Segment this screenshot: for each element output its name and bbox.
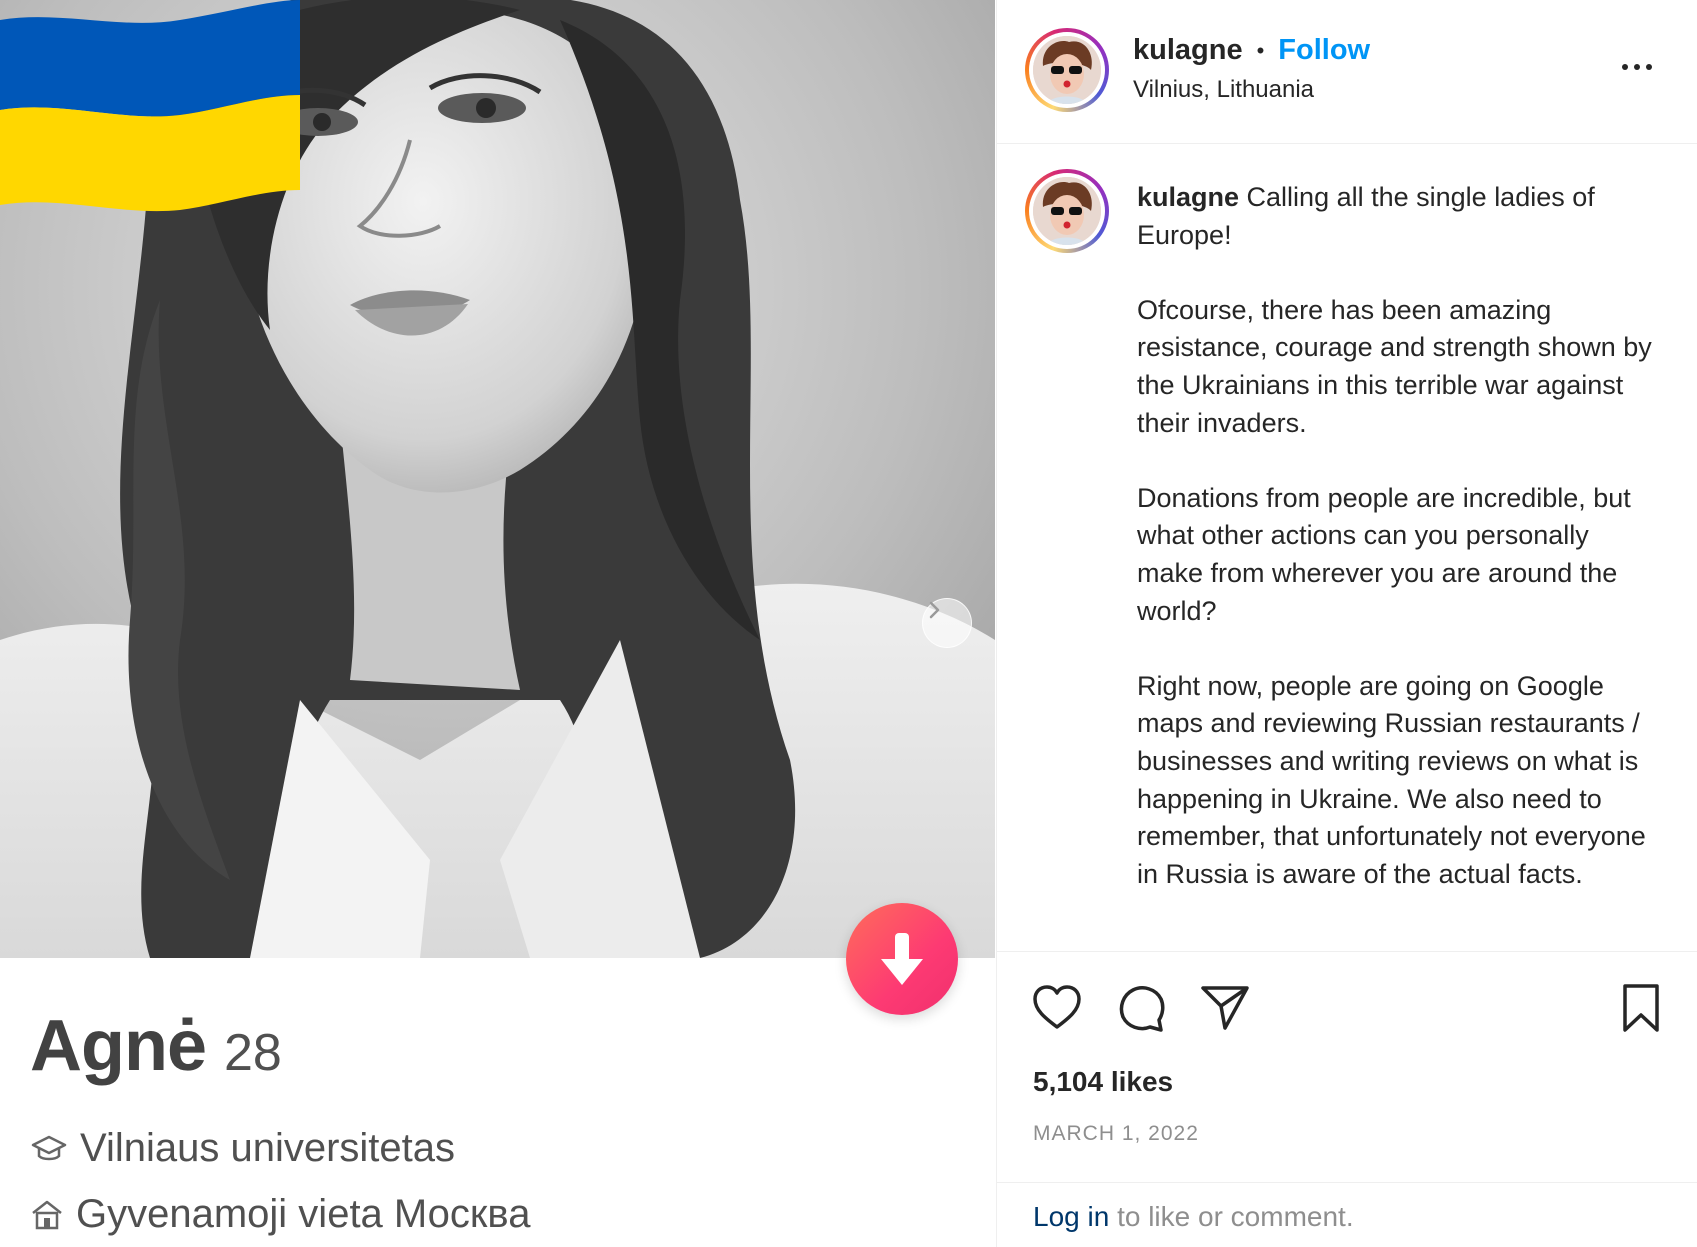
more-options-icon[interactable] [1617,52,1657,82]
avatar[interactable] [1025,28,1109,112]
header-user-row: kulagne • Follow [1133,34,1370,67]
heart-icon[interactable] [1031,982,1083,1034]
login-bar: Log in to like or comment. [997,1182,1697,1247]
header-username[interactable]: kulagne [1133,34,1243,67]
post-caption: kulagne Calling all the single ladies of… [1137,179,1657,931]
school-text: Vilniaus universitetas [80,1126,456,1170]
login-prompt: Log in to like or comment. [1033,1201,1354,1233]
comment-icon[interactable] [1115,982,1167,1034]
caption-paragraph: Right now, people are going on Google ma… [1137,670,1646,889]
login-prompt-text: to like or comment. [1117,1201,1354,1232]
profile-name: Agnė [30,1006,207,1086]
user-photo [1033,36,1101,104]
house-icon [32,1200,62,1229]
school-row: Vilniaus universitetas [30,1126,455,1171]
caption-username[interactable]: kulagne [1137,182,1239,212]
likes-count[interactable]: 5,104 likes [1033,1066,1173,1098]
ukraine-flag-icon [0,0,300,212]
profile-name-row: Agnė 28 [30,1005,282,1087]
profile-photo [0,0,995,958]
login-link[interactable]: Log in [1033,1201,1109,1232]
next-photo-button[interactable] [922,598,972,648]
post-location[interactable]: Vilnius, Lithuania [1133,76,1314,104]
header-separator: • [1256,37,1265,63]
user-photo [1033,177,1101,245]
caption-paragraph: Ofcourse, there has been amazing resista… [1137,294,1652,438]
post-date: MARCH 1, 2022 [1033,1122,1199,1145]
profile-age: 28 [224,1024,282,1082]
bookmark-icon[interactable] [1615,982,1667,1034]
caption-fade [997,921,1697,951]
graduation-cap-icon [31,1135,67,1160]
dating-profile-card: Agnė 28 Vilniaus universitetas Gyvenamoj… [0,0,995,1247]
arrow-down-icon [881,933,923,985]
instagram-post-panel: kulagne • Follow Vilnius, Lithuania kula… [996,0,1697,1247]
residence-text: Gyvenamoji vieta Москва [76,1192,531,1236]
follow-button[interactable]: Follow [1278,34,1370,67]
post-header: kulagne • Follow Vilnius, Lithuania [997,0,1697,144]
caption-area: kulagne Calling all the single ladies of… [997,145,1697,951]
caption-paragraph: kulagne Calling all the single ladies of… [1137,179,1657,254]
caption-avatar[interactable] [1025,169,1109,253]
caption-paragraph: Donations from people are incredible, bu… [1137,482,1631,626]
nope-button[interactable] [846,903,958,1015]
chevron-right-icon [929,601,940,619]
post-actions: 5,104 likes MARCH 1, 2022 [997,951,1697,1181]
residence-row: Gyvenamoji vieta Москва [30,1192,530,1237]
paper-plane-icon[interactable] [1199,982,1251,1034]
